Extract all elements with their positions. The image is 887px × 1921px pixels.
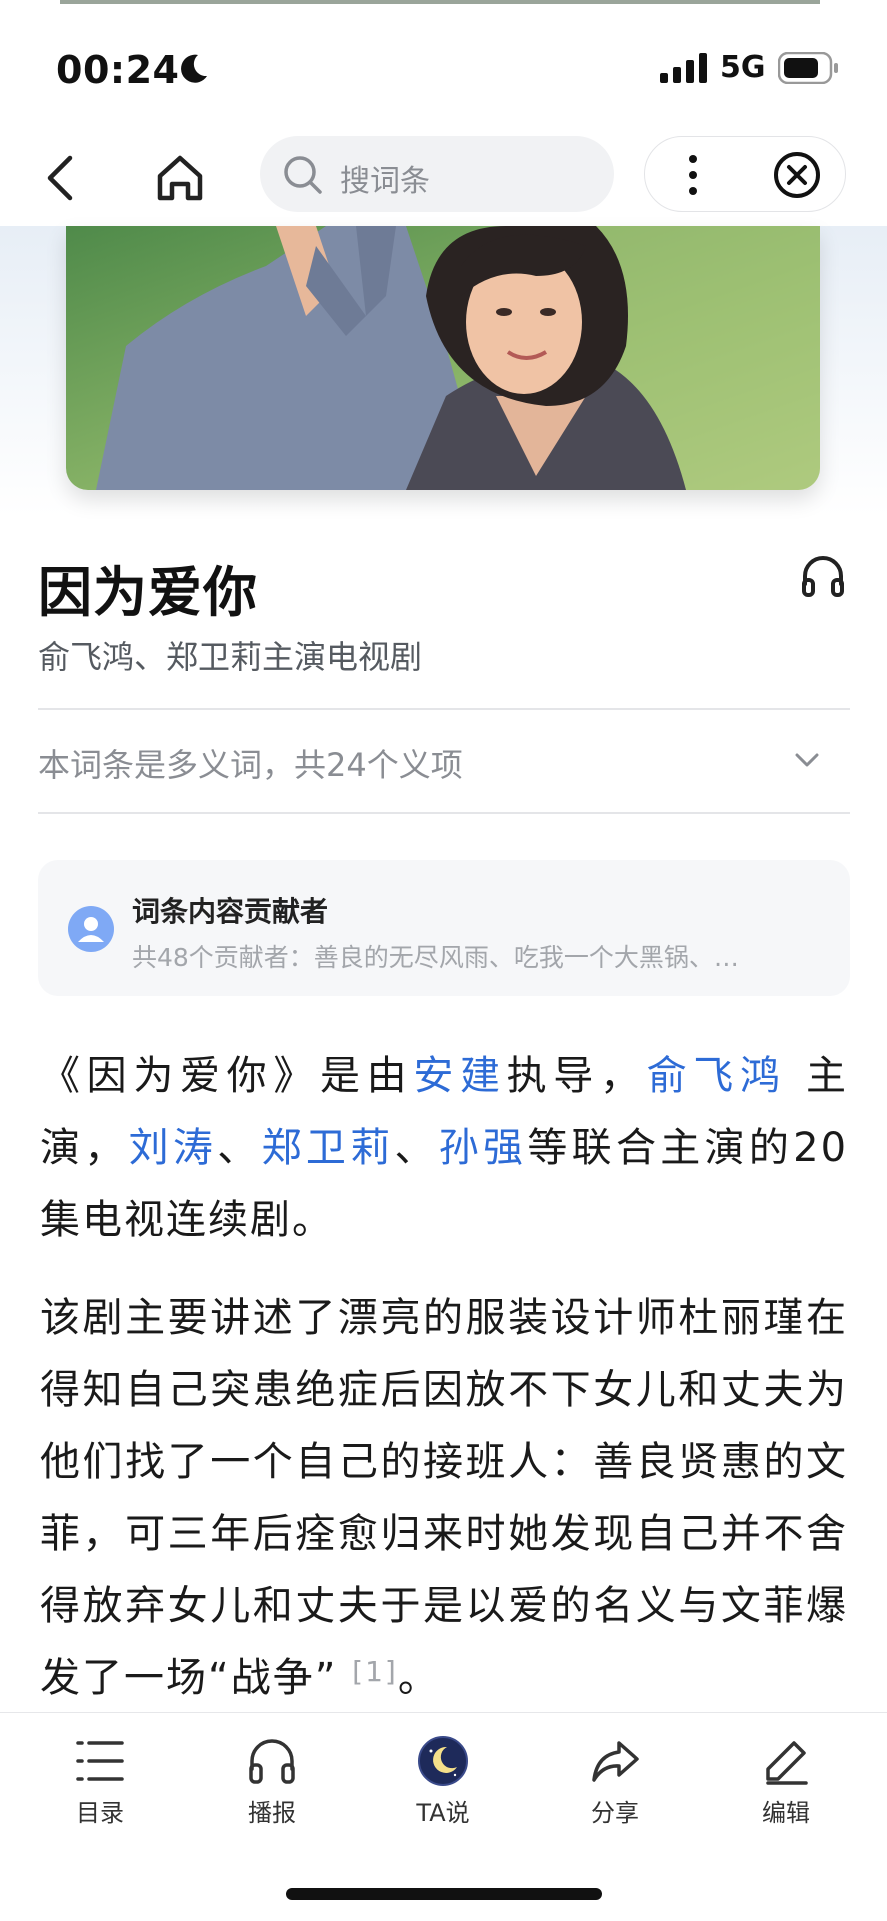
battery-icon: [778, 52, 838, 84]
mini-program-capsule: [644, 136, 846, 212]
contributors-card[interactable]: 词条内容贡献者 共48个贡献者：善良的无尽风雨、吃我一个大黑锅、…: [38, 860, 850, 996]
search-input[interactable]: 搜词条: [260, 136, 614, 212]
home-icon[interactable]: [152, 150, 208, 206]
more-options-icon[interactable]: [685, 153, 701, 197]
text-span: 。: [397, 1655, 440, 1701]
edit-icon: [766, 1741, 808, 1785]
toolbar-label: 目录: [76, 1799, 124, 1827]
search-icon: [284, 156, 322, 194]
network-type: 5G: [720, 50, 766, 85]
contributors-list: 共48个贡献者：善良的无尽风雨、吃我一个大黑锅、…: [132, 943, 739, 972]
headphones-icon: [249, 1739, 295, 1784]
home-indicator[interactable]: [286, 1888, 602, 1900]
contributors-title: 词条内容贡献者: [132, 895, 329, 928]
intro-paragraph: 《因为爱你》是由安建执导，俞飞鸿 主演，刘涛、郑卫莉、孙强等联合主演的20集电视…: [40, 1040, 848, 1256]
listen-headphones-icon[interactable]: [800, 554, 846, 598]
toolbar-catalog-button[interactable]: 目录: [40, 1735, 160, 1845]
director-link[interactable]: 安建: [413, 1053, 506, 1099]
page-subtitle: 俞飞鸿、郑卫莉主演电视剧: [38, 638, 423, 676]
moon-icon: [418, 1736, 468, 1786]
divider: [38, 708, 850, 710]
drama-poster-image[interactable]: [66, 226, 820, 490]
text-span: 执导，: [506, 1053, 647, 1099]
back-arrow-icon[interactable]: [40, 150, 84, 206]
toolbar-label: 编辑: [762, 1799, 810, 1827]
actor-link[interactable]: 刘涛: [129, 1125, 218, 1171]
toolbar-label: TA说: [416, 1799, 470, 1827]
status-bar: 00:24 5G: [0, 0, 887, 130]
page-title: 因为爱你: [38, 561, 258, 624]
list-icon: [76, 1741, 124, 1781]
toolbar-broadcast-button[interactable]: 播报: [212, 1735, 332, 1845]
search-placeholder: 搜词条: [340, 164, 430, 199]
close-icon[interactable]: [773, 151, 821, 199]
polysemy-selector[interactable]: 本词条是多义词，共24个义项: [38, 740, 463, 786]
citation-link[interactable]: [1]: [352, 1655, 398, 1688]
actor-link[interactable]: 俞飞鸿: [647, 1053, 787, 1099]
text-span: 该剧主要讲述了漂亮的服装设计师杜丽瑾在得知自己突患绝症后因放不下女儿和丈夫为他们…: [40, 1295, 848, 1701]
do-not-disturb-moon-icon: [181, 54, 207, 83]
contributor-avatar-icon: [68, 906, 114, 952]
text-span: 《因为爱你》是由: [40, 1053, 414, 1099]
text-span: 、: [394, 1125, 439, 1171]
nav-bar: 搜词条: [0, 130, 887, 226]
status-time: 00:24: [56, 48, 180, 92]
divider: [38, 812, 850, 814]
text-span: 、: [217, 1125, 262, 1171]
toolbar-label: 播报: [248, 1799, 296, 1827]
toolbar-label: 分享: [591, 1799, 639, 1827]
actor-link[interactable]: 郑卫莉: [262, 1125, 395, 1171]
toolbar-ta-says-button[interactable]: TA说: [383, 1735, 503, 1845]
plot-paragraph: 该剧主要讲述了漂亮的服装设计师杜丽瑾在得知自己突患绝症后因放不下女儿和丈夫为他们…: [40, 1282, 848, 1714]
chevron-down-icon[interactable]: [794, 752, 820, 768]
signal-icon: [660, 53, 707, 83]
toolbar-edit-button[interactable]: 编辑: [726, 1735, 846, 1845]
toolbar-share-button[interactable]: 分享: [555, 1735, 675, 1845]
share-icon: [592, 1741, 639, 1782]
actor-link[interactable]: 孙强: [439, 1125, 528, 1171]
